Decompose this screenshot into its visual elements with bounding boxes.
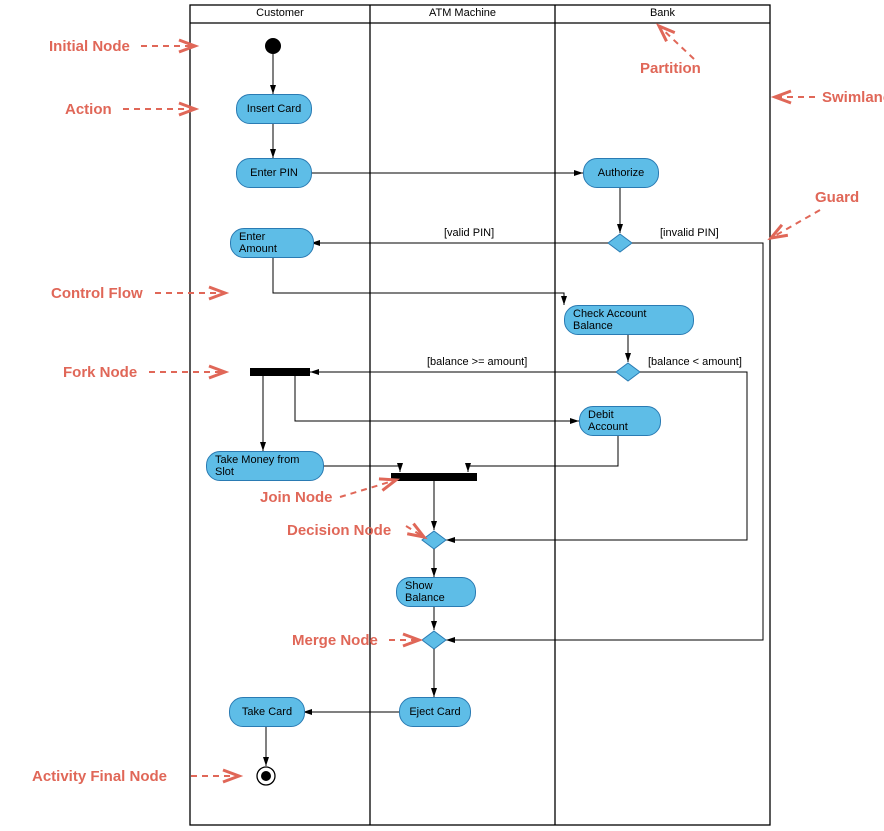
annot-merge: Merge Node [292, 632, 378, 649]
guard-bal-lt: [balance < amount] [648, 356, 742, 368]
action-enter-pin: Enter PIN [236, 158, 312, 188]
action-show-balance: Show Balance [396, 577, 476, 607]
annot-controlflow: Control Flow [51, 285, 143, 302]
action-check-balance: Check Account Balance [564, 305, 694, 335]
leader-partition [659, 26, 694, 59]
annot-swimlane: Swimlane [822, 89, 884, 106]
action-debit-account: Debit Account [579, 406, 661, 436]
join-node [391, 473, 477, 481]
annot-fork: Fork Node [63, 364, 137, 381]
action-enter-amount: Enter Amount [230, 228, 314, 258]
decision-balance [616, 363, 640, 381]
leader-decision [406, 526, 424, 537]
action-take-card: Take Card [229, 697, 305, 727]
activity-final-inner [261, 771, 271, 781]
guard-bal-ge: [balance >= amount] [427, 356, 527, 368]
merge-node [422, 631, 446, 649]
action-insert-card: Insert Card [236, 94, 312, 124]
annot-action: Action [65, 101, 112, 118]
initial-node [265, 38, 281, 54]
annot-guard: Guard [815, 189, 859, 206]
leader-join [340, 480, 396, 497]
action-take-money: Take Money from Slot [206, 451, 324, 481]
action-eject-card: Eject Card [399, 697, 471, 727]
guard-invalid-pin: [invalid PIN] [660, 227, 719, 239]
fork-node [250, 368, 310, 376]
decision-pin [608, 234, 632, 252]
annot-initial: Initial Node [49, 38, 130, 55]
lane-header-customer: Customer [190, 7, 370, 19]
annot-decision: Decision Node [287, 522, 391, 539]
leader-guard [771, 210, 820, 238]
decision-after-join [422, 531, 446, 549]
annot-join: Join Node [260, 489, 333, 506]
guard-valid-pin: [valid PIN] [444, 227, 494, 239]
lane-header-bank: Bank [555, 7, 770, 19]
lane-header-atm: ATM Machine [370, 7, 555, 19]
annot-partition: Partition [640, 60, 701, 77]
action-authorize: Authorize [583, 158, 659, 188]
annot-final: Activity Final Node [32, 768, 167, 785]
